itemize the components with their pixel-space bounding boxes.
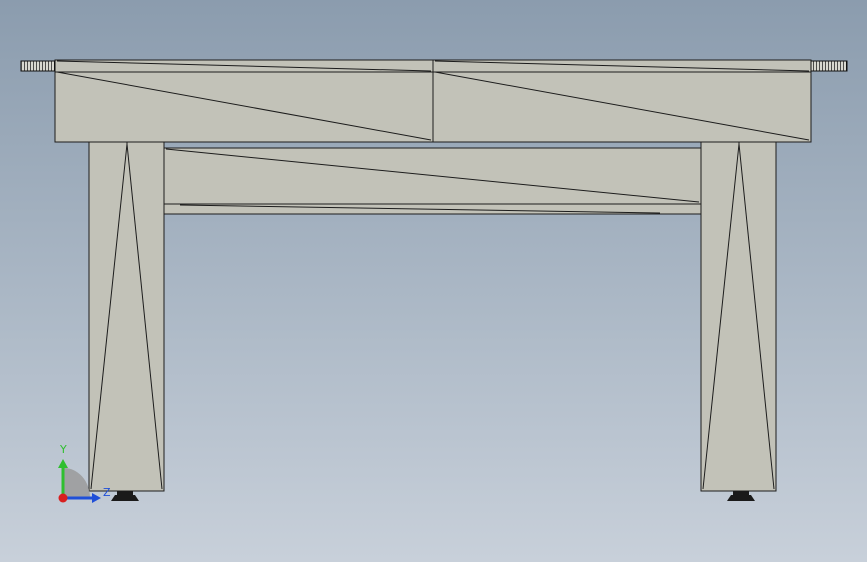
axis-origin-icon [63, 467, 90, 498]
right-threaded-end[interactable] [810, 60, 848, 72]
left-threaded-end[interactable] [20, 60, 56, 72]
right-leg[interactable] [700, 141, 777, 492]
x-axis-dot [58, 493, 68, 503]
z-axis-label: Z [103, 486, 111, 499]
right-leveling-foot[interactable] [727, 491, 755, 501]
cad-model-view[interactable] [0, 0, 867, 562]
left-leg[interactable] [88, 141, 165, 492]
z-axis-arrow [92, 493, 101, 503]
y-axis-label: Y [60, 443, 67, 456]
graphics-viewport[interactable]: Y Z [0, 0, 867, 562]
y-axis-arrow [58, 459, 68, 468]
left-leveling-foot[interactable] [111, 491, 139, 501]
